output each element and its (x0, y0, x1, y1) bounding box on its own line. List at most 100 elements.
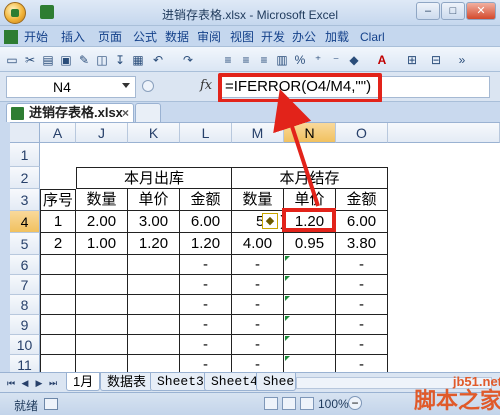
new-workbook-tab[interactable] (135, 103, 161, 122)
office-button[interactable] (4, 2, 26, 24)
macro-record-icon[interactable] (44, 398, 58, 410)
cell-l5[interactable]: 1.20 (180, 233, 232, 255)
cell-j7[interactable] (76, 275, 128, 295)
header-qty-out[interactable]: 数量 (76, 189, 128, 211)
row-header-7[interactable]: 7 (10, 275, 40, 295)
cell-l8[interactable]: - (180, 295, 232, 315)
cell-o8[interactable]: - (336, 295, 388, 315)
column-header-o[interactable]: O (336, 123, 388, 143)
tab-addins[interactable]: 加载 (325, 28, 349, 46)
cell-m5[interactable]: 4.00 (232, 233, 284, 255)
cell-m9[interactable]: - (232, 315, 284, 335)
group-header-outbound[interactable]: 本月出库 (76, 167, 232, 189)
cell-a8[interactable] (40, 295, 76, 315)
tab-clarl[interactable]: Clarl (360, 28, 385, 46)
column-header-j[interactable]: J (76, 123, 128, 143)
more-icon[interactable]: » (454, 52, 470, 68)
cut-icon[interactable]: ✂ (22, 52, 38, 68)
cell-k8[interactable] (128, 295, 180, 315)
cell-l4[interactable]: 6.00 (180, 211, 232, 233)
undo-icon[interactable]: ↶ (150, 52, 166, 68)
header-qty-balance[interactable]: 数量 (232, 189, 284, 211)
row-header-8[interactable]: 8 (10, 295, 40, 315)
cell-j11[interactable] (76, 355, 128, 372)
font-color-icon[interactable]: A (374, 52, 390, 68)
percent-icon[interactable]: % (292, 52, 308, 68)
last-sheet-icon[interactable]: ⏭ (48, 377, 58, 389)
ribbon-file-icon[interactable] (4, 28, 18, 46)
column-header-n[interactable]: N (284, 123, 336, 143)
cell-m10[interactable]: - (232, 335, 284, 355)
first-sheet-icon[interactable]: ⏮ (6, 377, 16, 389)
cell-n9[interactable] (284, 315, 336, 335)
cell-n6[interactable] (284, 255, 336, 275)
column-header-a[interactable]: A (40, 123, 76, 143)
row-header-1[interactable]: 1 (10, 143, 40, 167)
cell-o5[interactable]: 3.80 (336, 233, 388, 255)
cell-a5[interactable]: 2 (40, 233, 76, 255)
worksheet-grid[interactable]: A J K L M N O 1 2 3 4 5 6 7 8 9 10 11 本月… (10, 122, 500, 372)
new-file-icon[interactable]: ▭ (4, 52, 20, 68)
tab-developer[interactable]: 开发 (261, 28, 285, 46)
row-header-2[interactable]: 2 (10, 167, 40, 189)
borders-icon[interactable]: ⊞ (404, 52, 420, 68)
tab-formulas[interactable]: 公式 (133, 28, 157, 46)
row-header-5[interactable]: 5 (10, 233, 40, 255)
zoom-level[interactable]: 100% (318, 397, 349, 411)
cell-l7[interactable]: - (180, 275, 232, 295)
cell-j10[interactable] (76, 335, 128, 355)
row-header-3[interactable]: 3 (10, 189, 40, 211)
header-seq[interactable]: 序号 (40, 189, 76, 211)
workbook-tab[interactable]: 进销存表格.xlsx × (6, 103, 134, 122)
format-icon[interactable]: ⊟ (428, 52, 444, 68)
cell-a4[interactable]: 1 (40, 211, 76, 233)
page-layout-view-icon[interactable] (282, 397, 296, 410)
maximize-button[interactable]: □ (441, 2, 465, 20)
cell-j9[interactable] (76, 315, 128, 335)
paste-icon[interactable]: ▤ (40, 52, 56, 68)
cell-o7[interactable]: - (336, 275, 388, 295)
minimize-button[interactable]: – (416, 2, 440, 20)
tab-insert[interactable]: 插入 (61, 28, 85, 46)
cell-o9[interactable]: - (336, 315, 388, 335)
column-header-k[interactable]: K (128, 123, 180, 143)
cell-m8[interactable]: - (232, 295, 284, 315)
sort-icon[interactable]: ↧ (112, 52, 128, 68)
zoom-out-button[interactable]: − (348, 396, 362, 410)
normal-view-icon[interactable] (264, 397, 278, 410)
row-header-9[interactable]: 9 (10, 315, 40, 335)
cell-n10[interactable] (284, 335, 336, 355)
cell-o11[interactable]: - (336, 355, 388, 372)
merge-icon[interactable]: ▥ (274, 52, 290, 68)
group-header-balance[interactable]: 本月结存 (232, 167, 388, 189)
cell-k10[interactable] (128, 335, 180, 355)
cell-n8[interactable] (284, 295, 336, 315)
sheet-tab-sheet[interactable]: Sheet (256, 373, 296, 391)
cell-k5[interactable]: 1.20 (128, 233, 180, 255)
cell-n7[interactable] (284, 275, 336, 295)
align-left-icon[interactable]: ≡ (220, 52, 236, 68)
close-icon[interactable]: × (122, 104, 129, 122)
cell-o10[interactable]: - (336, 335, 388, 355)
cell-o6[interactable]: - (336, 255, 388, 275)
cell-j5[interactable]: 1.00 (76, 233, 128, 255)
tab-view[interactable]: 视图 (230, 28, 254, 46)
row-header-11[interactable]: 11 (10, 355, 40, 372)
sheet-tab-data[interactable]: 数据表 (100, 373, 154, 391)
cell-k7[interactable] (128, 275, 180, 295)
cell-l9[interactable]: - (180, 315, 232, 335)
align-right-icon[interactable]: ≡ (256, 52, 272, 68)
tab-review[interactable]: 审阅 (197, 28, 221, 46)
tab-page[interactable]: 页面 (98, 28, 122, 46)
cell-l11[interactable]: - (180, 355, 232, 372)
cell-m11[interactable]: - (232, 355, 284, 372)
cell-j4[interactable]: 2.00 (76, 211, 128, 233)
formula-bar-expand-icon[interactable] (142, 80, 154, 92)
sheet-tab-sheet3[interactable]: Sheet3 (150, 373, 211, 391)
align-center-icon[interactable]: ≡ (238, 52, 254, 68)
column-header-l[interactable]: L (180, 123, 232, 143)
sheet-tab-jan[interactable]: 1月 (66, 373, 101, 391)
row-header-4[interactable]: 4 (10, 211, 40, 233)
column-header-m[interactable]: M (232, 123, 284, 143)
header-amount-balance[interactable]: 金额 (336, 189, 388, 211)
